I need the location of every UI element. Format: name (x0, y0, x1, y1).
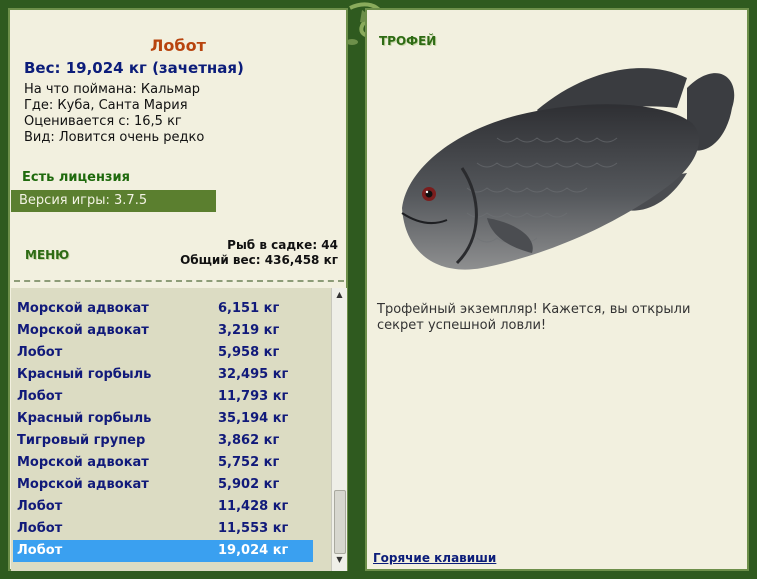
catch-list-row[interactable]: Морской адвокат 3,219 кг (13, 320, 313, 342)
fish-weight: Вес: 19,024 кг (зачетная) (24, 59, 244, 77)
location-line: Где: Куба, Санта Мария (24, 98, 188, 113)
catch-fish-name: Лобот (17, 543, 63, 558)
catch-fish-name: Морской адвокат (17, 323, 149, 338)
catch-fish-name: Красный горбыль (17, 367, 152, 382)
price-line: Оценивается с: 16,5 кг (24, 114, 182, 129)
catch-fish-name: Морской адвокат (17, 477, 149, 492)
fish-info-panel: Лобот Вес: 19,024 кг (зачетная) На что п… (8, 8, 348, 571)
catch-fish-weight: 11,553 кг (218, 521, 289, 536)
catch-list-row[interactable]: Красный горбыль 35,194 кг (13, 408, 313, 430)
catch-fish-name: Красный горбыль (17, 411, 152, 426)
catch-fish-weight: 5,902 кг (218, 477, 280, 492)
scroll-down-arrow-icon[interactable]: ▼ (332, 555, 347, 569)
fish-image (401, 68, 735, 270)
catch-fish-name: Тигровый групер (17, 433, 146, 448)
hotkeys-link[interactable]: Горячие клавиши (373, 551, 496, 565)
catch-fish-name: Морской адвокат (17, 455, 149, 470)
catch-fish-name: Лобот (17, 389, 63, 404)
catch-list-row[interactable]: Морской адвокат 6,151 кг (13, 298, 313, 320)
trophy-message: Трофейный экземпляр! Кажется, вы открыли… (377, 302, 691, 333)
catch-fish-weight: 3,219 кг (218, 323, 280, 338)
catch-fish-weight: 35,194 кг (218, 411, 289, 426)
license-status: Есть лицензия (22, 170, 130, 185)
divider (14, 280, 344, 282)
scrollbar[interactable]: ▲ ▼ (331, 288, 347, 571)
bait-line: На что поймана: Кальмар (24, 82, 201, 97)
kind-line: Вид: Ловится очень редко (24, 130, 205, 145)
scroll-up-arrow-icon[interactable]: ▲ (332, 290, 347, 304)
trophy-title: ТРОФЕЙ (379, 34, 437, 48)
catch-fish-weight: 32,495 кг (218, 367, 289, 382)
catch-fish-name: Морской адвокат (17, 301, 149, 316)
catch-fish-weight: 11,793 кг (218, 389, 289, 404)
catch-fish-name: Лобот (17, 521, 63, 536)
catch-fish-weight: 3,862 кг (218, 433, 280, 448)
catch-list[interactable]: Морской адвокат 6,151 кг Морской адвокат 3,… (11, 288, 331, 571)
catch-fish-name: Лобот (17, 499, 63, 514)
net-total-weight: Общий вес: 436,458 кг (180, 253, 338, 267)
fish-name: Лобот (150, 36, 206, 55)
scroll-thumb[interactable] (334, 490, 346, 554)
trophy-panel: ТРОФЕЙ Трофейный экземпляр! Кажется, вы … (365, 8, 749, 571)
catch-list-row[interactable]: Красный горбыль 32,495 кг (13, 364, 313, 386)
catch-fish-name: Лобот (17, 345, 63, 360)
catch-list-row[interactable]: Лобот 19,024 кг (13, 540, 313, 562)
catch-fish-weight: 6,151 кг (218, 301, 280, 316)
catch-list-row[interactable]: Лобот 11,793 кг (13, 386, 313, 408)
catch-fish-weight: 11,428 кг (218, 499, 289, 514)
catch-list-row[interactable]: Лобот 11,553 кг (13, 518, 313, 540)
catch-fish-weight: 19,024 кг (218, 543, 289, 558)
catch-fish-weight: 5,958 кг (218, 345, 280, 360)
catch-fish-weight: 5,752 кг (218, 455, 280, 470)
catch-list-row[interactable]: Лобот 5,958 кг (13, 342, 313, 364)
catch-list-row[interactable]: Морской адвокат 5,752 кг (13, 452, 313, 474)
catch-list-row[interactable]: Тигровый групер 3,862 кг (13, 430, 313, 452)
net-fish-count: Рыб в садке: 44 (227, 238, 338, 252)
menu-button[interactable]: МЕНЮ (25, 248, 69, 262)
version-bar: Версия игры: 3.7.5 (11, 190, 216, 212)
catch-list-row[interactable]: Морской адвокат 5,902 кг (13, 474, 313, 496)
catch-list-row[interactable]: Лобот 11,428 кг (13, 496, 313, 518)
